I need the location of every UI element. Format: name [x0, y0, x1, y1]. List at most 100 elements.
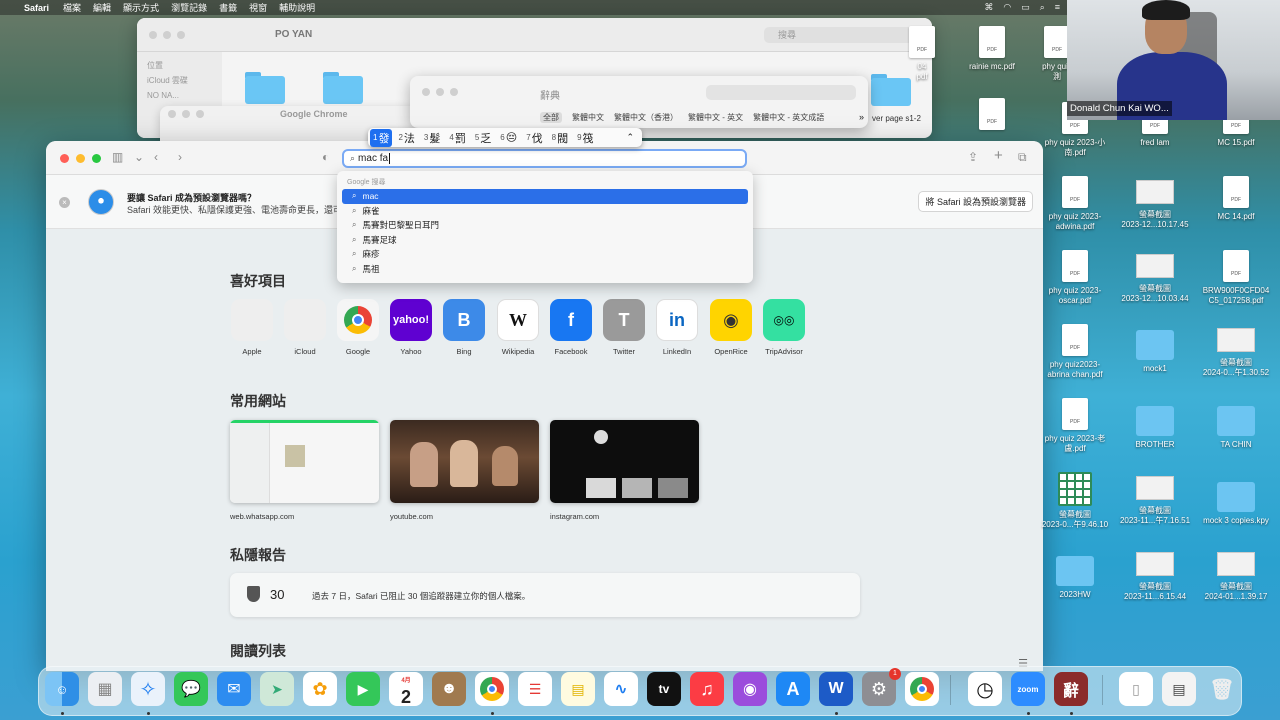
- menu-view[interactable]: 顯示方式: [123, 1, 159, 14]
- favorite-google[interactable]: Google: [336, 299, 380, 356]
- downloads-stack-icon[interactable]: ▤: [1162, 672, 1196, 706]
- desktop-file[interactable]: [952, 98, 1032, 134]
- ime-candidate[interactable]: 6 😔: [497, 130, 520, 145]
- desktop-file[interactable]: 螢幕截圖 2023-12...10.17.45: [1115, 176, 1195, 230]
- dictionary-tab-zh-en[interactable]: 繁體中文 - 英文: [688, 112, 743, 123]
- share-icon[interactable]: ⇪: [968, 150, 978, 164]
- privacy-report-card[interactable]: 30 過去 7 日，Safari 已阻止 30 個追蹤器建立你的個人檔案。: [230, 573, 860, 617]
- desktop-file[interactable]: 螢幕截圖 2023-11...午7.16.51: [1115, 472, 1195, 526]
- document-stack-icon[interactable]: ▯: [1119, 672, 1153, 706]
- notes-icon[interactable]: ▤: [561, 672, 595, 706]
- control-center-icon[interactable]: ⌘: [984, 2, 993, 13]
- favorite-twitter[interactable]: T Twitter: [602, 299, 646, 356]
- wifi-icon[interactable]: ◠: [1003, 2, 1011, 13]
- tab-overview-chevron-icon[interactable]: ⌄: [134, 150, 144, 164]
- dictionary-tab-trad[interactable]: 繁體中文: [572, 112, 604, 123]
- menu-file[interactable]: 檔案: [63, 1, 81, 14]
- privacy-shield-icon[interactable]: ◐: [322, 150, 329, 164]
- battery-icon[interactable]: ▭: [1021, 2, 1030, 13]
- photos-icon[interactable]: ✿: [303, 672, 337, 706]
- safari-icon[interactable]: ✧: [131, 672, 165, 706]
- ime-candidate[interactable]: 2法: [395, 129, 417, 147]
- thumbnail-whatsapp[interactable]: [230, 420, 379, 503]
- desktop-file-fragment[interactable]: ver page s1-2: [872, 114, 921, 123]
- dictionary-icon[interactable]: 辭: [1054, 672, 1088, 706]
- freeform-icon[interactable]: ∿: [604, 672, 638, 706]
- finder-icon[interactable]: ☺: [45, 672, 79, 706]
- favorite-icloud[interactable]: iCloud: [283, 299, 327, 356]
- facetime-icon[interactable]: ▶: [346, 672, 380, 706]
- clock-icon[interactable]: ◷: [968, 672, 1002, 706]
- desktop-file[interactable]: 04 pdf: [892, 26, 952, 82]
- finder-window-controls[interactable]: [149, 30, 185, 39]
- finder-sidebar-icloud[interactable]: iCloud 雲碟: [147, 73, 212, 88]
- contacts-icon[interactable]: ☻: [432, 672, 466, 706]
- back-icon[interactable]: ‹: [154, 150, 158, 164]
- dictionary-window-controls[interactable]: [422, 88, 458, 96]
- menu-window[interactable]: 視窗: [249, 1, 267, 14]
- ime-expand-icon[interactable]: ⌃: [626, 132, 640, 143]
- launchpad-icon[interactable]: ▦: [88, 672, 122, 706]
- dictionary-search-input[interactable]: [706, 85, 856, 100]
- trash-icon[interactable]: 🗑: [1205, 672, 1239, 706]
- chrome-icon[interactable]: [475, 672, 509, 706]
- maps-icon[interactable]: ➤: [260, 672, 294, 706]
- safari-window-controls[interactable]: [60, 154, 101, 163]
- favorite-linkedin[interactable]: in LinkedIn: [655, 299, 699, 356]
- desktop-file[interactable]: phy quiz 2023- oscar.pdf: [1035, 250, 1115, 306]
- desktop-file[interactable]: 螢幕截圖 2024-0...午1.30.52: [1196, 324, 1276, 378]
- desktop-file[interactable]: rainie mc.pdf: [952, 26, 1032, 72]
- suggestion-item[interactable]: ⌕ 馬賽足球: [342, 233, 748, 248]
- favorite-tripadvisor[interactable]: ◎◎ TripAdvisor: [762, 299, 806, 356]
- desktop-file[interactable]: mock1: [1115, 330, 1195, 374]
- word-icon[interactable]: W: [819, 672, 853, 706]
- calendar-icon[interactable]: 4月 2: [389, 672, 423, 706]
- new-tab-icon[interactable]: +: [994, 147, 1003, 164]
- favorite-yahoo[interactable]: yahoo! Yahoo: [389, 299, 433, 356]
- music-icon[interactable]: ♫: [690, 672, 724, 706]
- desktop-file[interactable]: MC 14.pdf: [1196, 176, 1276, 222]
- menu-history[interactable]: 瀏覽記錄: [171, 1, 207, 14]
- ime-candidate[interactable]: 5乏: [472, 129, 494, 147]
- dictionary-tab-all[interactable]: 全部: [540, 112, 562, 123]
- suggestion-item[interactable]: ⌕ 麻雀: [342, 204, 748, 219]
- suggestion-item[interactable]: ⌕ 馬賽對巴黎聖日耳門: [342, 218, 748, 233]
- suggestion-item[interactable]: ⌕ 馬祖: [342, 262, 748, 277]
- ime-candidate[interactable]: 3髮: [421, 129, 443, 147]
- desktop-file[interactable]: 螢幕截圖 2024-01...1.39.17: [1196, 548, 1276, 602]
- folder-icon[interactable]: [245, 72, 285, 104]
- desktop-file[interactable]: 螢幕截圖 2023-12...10.03.44: [1115, 250, 1195, 304]
- desktop-file[interactable]: phy quiz 2023- adwina.pdf: [1035, 176, 1115, 232]
- desktop-file[interactable]: phy quiz2023- abrina chan.pdf: [1035, 324, 1115, 380]
- podcasts-icon[interactable]: ◉: [733, 672, 767, 706]
- address-bar[interactable]: ⌕ mac fa: [342, 149, 747, 168]
- favorite-bing[interactable]: B Bing: [442, 299, 486, 356]
- address-input-value[interactable]: mac fa: [358, 153, 388, 164]
- menu-bookmarks[interactable]: 書籤: [219, 1, 237, 14]
- desktop-file[interactable]: phy quiz 2023-老 盧.pdf: [1035, 398, 1115, 454]
- menu-edit[interactable]: 編輯: [93, 1, 111, 14]
- menu-help[interactable]: 輔助說明: [279, 1, 315, 14]
- ime-candidate[interactable]: 7伐: [523, 129, 545, 147]
- ime-candidate[interactable]: 9筏: [574, 129, 596, 147]
- desktop-file[interactable]: BROTHER: [1115, 406, 1195, 450]
- mail-icon[interactable]: ✉: [217, 672, 251, 706]
- favorite-openrice[interactable]: ◉ OpenRice: [709, 299, 753, 356]
- favorite-wikipedia[interactable]: W Wikipedia: [496, 299, 540, 356]
- tab-overview-icon[interactable]: ⧉: [1018, 150, 1027, 165]
- sidebar-toggle-icon[interactable]: ▥: [112, 150, 123, 164]
- messages-icon[interactable]: 💬: [174, 672, 208, 706]
- thumbnail-youtube[interactable]: [390, 420, 539, 503]
- chrome-icon-2[interactable]: [905, 672, 939, 706]
- chrome-window-controls[interactable]: [168, 110, 204, 118]
- desktop-file[interactable]: 2023HW: [1035, 556, 1115, 600]
- menu-app-name[interactable]: Safari: [24, 3, 49, 13]
- set-default-browser-button[interactable]: 將 Safari 設為預設瀏覽器: [918, 191, 1033, 212]
- suggestion-item[interactable]: ⌕ 麻疹: [342, 247, 748, 262]
- favorite-facebook[interactable]: f Facebook: [549, 299, 593, 356]
- search-icon[interactable]: ⌕: [1040, 2, 1045, 13]
- desktop-file[interactable]: mock 3 copies.kpy: [1196, 482, 1276, 526]
- dictionary-tab-hk[interactable]: 繁體中文（香港）: [614, 112, 678, 123]
- finder-sidebar-drive[interactable]: NO NA...: [147, 88, 212, 103]
- reminders-icon[interactable]: ☰: [518, 672, 552, 706]
